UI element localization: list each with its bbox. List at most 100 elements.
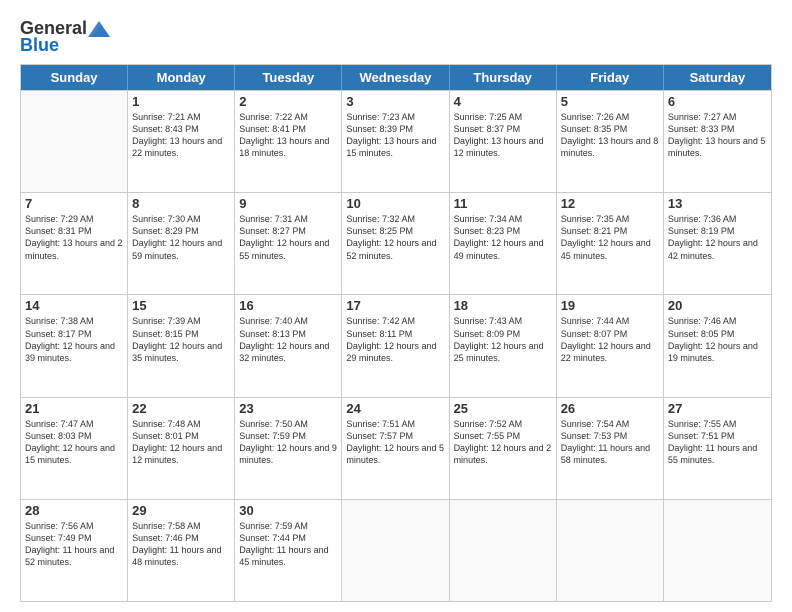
- day-header-sunday: Sunday: [21, 65, 128, 90]
- day-cell-8: 8 Sunrise: 7:30 AMSunset: 8:29 PMDaylight…: [128, 193, 235, 294]
- sunset-label: Sunset: 8:05 PM: [668, 329, 735, 339]
- daylight-label: Daylight: 11 hours and 52 minutes.: [25, 545, 114, 567]
- day-number: 13: [668, 196, 767, 211]
- daylight-label: Daylight: 12 hours and 9 minutes.: [239, 443, 337, 465]
- sunset-label: Sunset: 8:35 PM: [561, 124, 628, 134]
- day-number: 5: [561, 94, 659, 109]
- day-cell-5: 5Sunrise: 7:26 AMSunset: 8:35 PMDaylight…: [557, 91, 664, 192]
- day-number: 11: [454, 196, 552, 211]
- day-info: Sunrise: 7:31 AM Sunset: 8:27 PM Daylight:…: [239, 213, 337, 262]
- day-cell-7: 7Sunrise: 7:29 AMSunset: 8:31 PMDaylight…: [21, 193, 128, 294]
- sunrise-label: Sunrise: 7:44 AM: [561, 316, 630, 326]
- sunrise-label: Sunrise: 7:26 AM: [561, 112, 630, 122]
- day-info: Sunrise: 7:36 AMSunset: 8:19 PMDaylight:…: [668, 213, 767, 262]
- sunrise-label: Sunrise: 7:43 AM: [454, 316, 523, 326]
- sunrise-label: Sunrise: 7:32 AM: [346, 214, 415, 224]
- sunset-label: Sunset: 8:09 PM: [454, 329, 521, 339]
- empty-cell: [557, 500, 664, 601]
- sunrise-label: Sunrise: 7:22 AM: [239, 112, 308, 122]
- sunset-label: Sunset: 8:21 PM: [561, 226, 628, 236]
- day-number: 26: [561, 401, 659, 416]
- daylight-label: Daylight: 13 hours and 22 minutes.: [132, 136, 222, 158]
- daylight-label: Daylight: 12 hours and 32 minutes.: [239, 341, 329, 363]
- daylight-label: Daylight: 12 hours and 55 minutes.: [239, 238, 329, 260]
- day-cell-14: 14Sunrise: 7:38 AMSunset: 8:17 PMDayligh…: [21, 295, 128, 396]
- day-cell-16: 16Sunrise: 7:40 AMSunset: 8:13 PMDayligh…: [235, 295, 342, 396]
- day-number: 17: [346, 298, 444, 313]
- daylight-label: Daylight: 13 hours and 12 minutes.: [454, 136, 544, 158]
- day-info: Sunrise: 7:27 AMSunset: 8:33 PMDaylight:…: [668, 111, 767, 160]
- day-info: Sunrise: 7:42 AM Sunset: 8:11 PM Daylight:…: [346, 315, 444, 364]
- daylight-label: Daylight: 11 hours and 55 minutes.: [668, 443, 757, 465]
- empty-cell: [21, 91, 128, 192]
- day-cell-9: 9Sunrise: 7:31 AMSunset: 8:27 PMDaylight…: [235, 193, 342, 294]
- empty-cell: [450, 500, 557, 601]
- calendar-header: SundayMondayTuesdayWednesdayThursdayFrid…: [21, 65, 771, 90]
- sunrise-label: Sunrise: 7:36 AM: [668, 214, 737, 224]
- sunrise-label: Sunrise: 7:42 AM: [346, 316, 415, 326]
- sunrise-label: Sunrise: 7:54 AM: [561, 419, 630, 429]
- sunrise-label: Sunrise: 7:55 AM: [668, 419, 737, 429]
- day-info: Sunrise: 7:21 AMSunset: 8:43 PMDaylight:…: [132, 111, 230, 160]
- day-info: Sunrise: 7:44 AMSunset: 8:07 PMDaylight:…: [561, 315, 659, 364]
- day-cell-22: 22Sunrise: 7:48 AMSunset: 8:01 PMDayligh…: [128, 398, 235, 499]
- daylight-label: Daylight: 12 hours and 29 minutes.: [346, 341, 436, 363]
- day-number: 16: [239, 298, 337, 313]
- daylight-label: Daylight: 12 hours and 49 minutes.: [454, 238, 544, 260]
- day-info: Sunrise: 7:52 AMSunset: 7:55 PMDaylight:…: [454, 418, 552, 467]
- sunset-label: Sunset: 8:39 PM: [346, 124, 413, 134]
- daylight-label: Daylight: 11 hours and 48 minutes.: [132, 545, 221, 567]
- day-info: Sunrise: 7:59 AMSunset: 7:44 PMDaylight:…: [239, 520, 337, 569]
- calendar: SundayMondayTuesdayWednesdayThursdayFrid…: [20, 64, 772, 602]
- day-number: 21: [25, 401, 123, 416]
- sunset-label: Sunset: 8:19 PM: [668, 226, 735, 236]
- sunset-label: Sunset: 7:57 PM: [346, 431, 413, 441]
- day-number: 12: [561, 196, 659, 211]
- day-info: Sunrise: 7:25 AMSunset: 8:37 PMDaylight:…: [454, 111, 552, 160]
- day-info: Sunrise: 7:56 AMSunset: 7:49 PMDaylight:…: [25, 520, 123, 569]
- sunset-label: Sunset: 7:51 PM: [668, 431, 735, 441]
- header: General Blue: [20, 18, 772, 56]
- day-cell-21: 21 Sunrise: 7:47 AMSunset: 8:03 PMDayligh…: [21, 398, 128, 499]
- calendar-body: 1Sunrise: 7:21 AMSunset: 8:43 PMDaylight…: [21, 90, 771, 601]
- sunset-label: Sunset: 8:07 PM: [561, 329, 628, 339]
- day-cell-3: 3Sunrise: 7:23 AMSunset: 8:39 PMDaylight…: [342, 91, 449, 192]
- daylight-label: Daylight: 12 hours and 59 minutes.: [132, 238, 222, 260]
- sunset-label: Sunset: 8:13 PM: [239, 329, 306, 339]
- sunset-label: Sunset: 8:29 PM: [132, 226, 199, 236]
- day-info: Sunrise: 7:54 AMSunset: 7:53 PMDaylight:…: [561, 418, 659, 467]
- day-cell-24: 24Sunrise: 7:51 AMSunset: 7:57 PMDayligh…: [342, 398, 449, 499]
- sunset-label: Sunset: 7:53 PM: [561, 431, 628, 441]
- day-header-friday: Friday: [557, 65, 664, 90]
- day-info: Sunrise: 7:30 AMSunset: 8:29 PMDaylight:…: [132, 213, 230, 262]
- day-cell-4: 4Sunrise: 7:25 AMSunset: 8:37 PMDaylight…: [450, 91, 557, 192]
- day-cell-25: 25Sunrise: 7:52 AMSunset: 7:55 PMDayligh…: [450, 398, 557, 499]
- sunset-label: Sunset: 8:11 PM: [346, 329, 412, 339]
- sunrise-label: Sunrise: 7:31 AM: [239, 214, 308, 224]
- week-row-2: 7Sunrise: 7:29 AMSunset: 8:31 PMDaylight…: [21, 192, 771, 294]
- sunrise-label: Sunrise: 7:25 AM: [454, 112, 523, 122]
- week-row-1: 1Sunrise: 7:21 AMSunset: 8:43 PMDaylight…: [21, 90, 771, 192]
- day-info: Sunrise: 7:55 AM Sunset: 7:51 PM Daylight:…: [668, 418, 767, 467]
- logo-blue: Blue: [20, 35, 111, 56]
- day-info: Sunrise: 7:47 AMSunset: 8:03 PMDaylight:…: [25, 418, 123, 467]
- daylight-label: Daylight: 13 hours and 2 minutes.: [25, 238, 123, 260]
- sunset-label: Sunset: 8:27 PM: [239, 226, 306, 236]
- day-number: 24: [346, 401, 444, 416]
- day-header-saturday: Saturday: [664, 65, 771, 90]
- day-header-wednesday: Wednesday: [342, 65, 449, 90]
- daylight-label: Daylight: 11 hours and 45 minutes.: [239, 545, 328, 567]
- day-info: Sunrise: 7:22 AMSunset: 8:41 PMDaylight:…: [239, 111, 337, 160]
- day-number: 22: [132, 401, 230, 416]
- day-cell-30: 30Sunrise: 7:59 AMSunset: 7:44 PMDayligh…: [235, 500, 342, 601]
- page: General Blue SundayMondayTuesdayWednesda…: [0, 0, 792, 612]
- day-number: 2: [239, 94, 337, 109]
- day-number: 8: [132, 196, 230, 211]
- day-info: Sunrise: 7:43 AMSunset: 8:09 PMDaylight:…: [454, 315, 552, 364]
- week-row-4: 21 Sunrise: 7:47 AMSunset: 8:03 PMDayligh…: [21, 397, 771, 499]
- day-number: 10: [346, 196, 444, 211]
- day-header-thursday: Thursday: [450, 65, 557, 90]
- daylight-label: Daylight: 12 hours and 45 minutes.: [561, 238, 651, 260]
- week-row-3: 14Sunrise: 7:38 AMSunset: 8:17 PMDayligh…: [21, 294, 771, 396]
- sunrise-label: Sunrise: 7:47 AM: [25, 419, 94, 429]
